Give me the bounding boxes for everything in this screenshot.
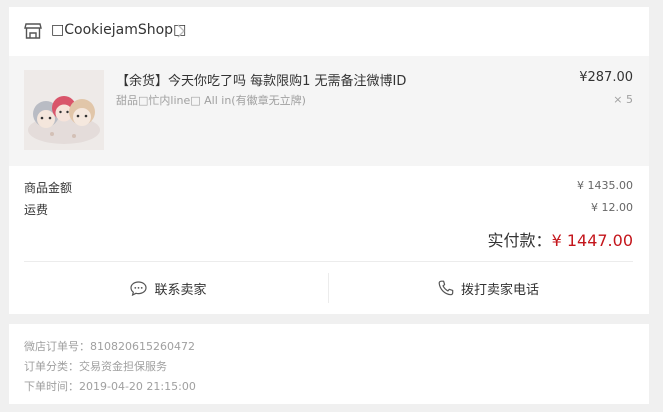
item-quantity: × 5: [613, 93, 633, 106]
order-time: 下单时间：2019-04-20 21:15:00: [24, 380, 196, 393]
shop-header[interactable]: □CookiejamShop□: [9, 7, 649, 55]
shipping-label: 运费: [24, 203, 49, 217]
goods-amount-value: ¥ 1435.00: [577, 179, 633, 192]
chat-bubble-icon: [130, 280, 148, 296]
phone-icon: [438, 280, 454, 296]
shop-name[interactable]: □CookiejamShop□: [51, 22, 186, 38]
order-card: □CookiejamShop□ 【余货】今天你吃了吗 每款限购1 无需备注微博I…: [9, 7, 649, 314]
order-meta-card: 微店订单号：810820615260472 订单分类：交易资金担保服务 下单时间…: [9, 324, 649, 404]
total-paid-value: ¥ 1447.00: [551, 231, 633, 250]
total-paid: 实付款：¥ 1447.00: [488, 227, 633, 251]
chevron-right-icon[interactable]: [177, 24, 185, 38]
order-number: 微店订单号：810820615260472: [24, 340, 195, 353]
call-seller-label[interactable]: 拨打卖家电话: [461, 279, 539, 298]
contact-seller-label[interactable]: 联系卖家: [154, 279, 206, 298]
order-item[interactable]: 【余货】今天你吃了吗 每款限购1 无需备注微博ID 甜品□忙内line□ All…: [9, 56, 649, 166]
goods-amount-label: 商品金额: [24, 181, 73, 195]
total-paid-label: 实付款：: [487, 231, 552, 250]
item-price: ¥287.00: [579, 70, 633, 85]
item-title[interactable]: 【余货】今天你吃了吗 每款限购1 无需备注微博ID: [116, 70, 406, 89]
contact-seller-button[interactable]: 联系卖家: [9, 262, 328, 314]
shop-icon: [24, 23, 42, 39]
shipping-value: ¥ 12.00: [591, 201, 633, 214]
item-spec: 甜品□忙内line□ All in(有徽章无立牌): [116, 94, 306, 107]
order-category: 订单分类：交易资金担保服务: [24, 360, 167, 373]
product-thumbnail[interactable]: [24, 70, 104, 150]
call-seller-button[interactable]: 拨打卖家电话: [329, 262, 648, 314]
